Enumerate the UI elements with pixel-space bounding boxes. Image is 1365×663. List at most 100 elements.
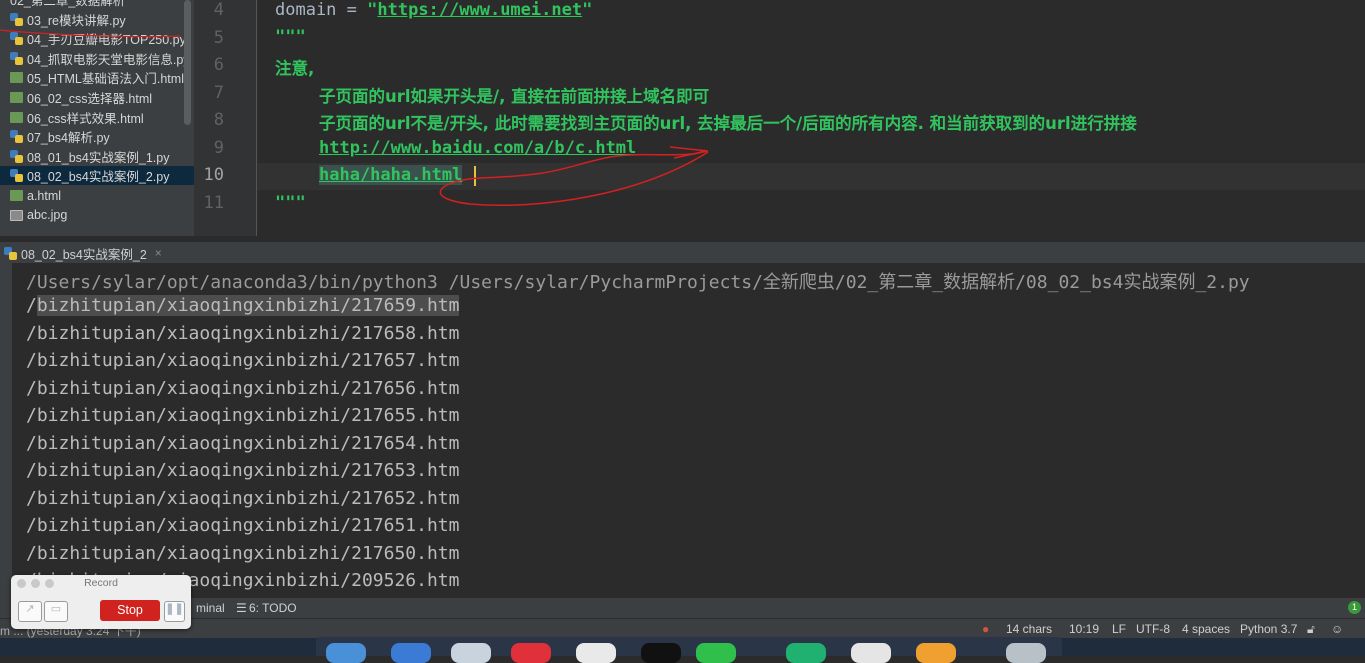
console-output-line: /bizhitupian/xiaoqingxinbizhi/217656.htm [26,377,460,399]
rectangle-tool-icon[interactable]: ▭ [44,601,68,622]
code-line-6: 注意, [275,59,315,78]
close-icon[interactable]: × [155,246,162,260]
run-tab[interactable]: 08_02_bs4实战案例_2 × [4,244,162,262]
tree-item[interactable]: 08_01_bs4实战案例_1.py [10,147,192,166]
chrome-icon[interactable] [576,643,616,663]
line-number: 5 [213,27,224,48]
indent-setting[interactable]: 4 spaces [1182,622,1230,636]
stop-button[interactable]: Stop [100,600,160,621]
quote-open: " [367,0,378,20]
tree-item[interactable]: 08_02_bs4实战案例_2.py [0,166,194,186]
console-output-line: /bizhitupian/xiaoqingxinbizhi/217653.htm [26,460,460,481]
console-output-line: /bizhitupian/xiaoqingxinbizhi/217651.htm [26,515,460,536]
code-url-link[interactable]: https://www.umei.net [377,0,582,20]
tree-item-label: 04_手刃豆瓣电影TOP250.py [27,33,186,48]
inspector-icon[interactable]: ☺ [1331,622,1343,636]
tree-item-label: abc.jpg [27,208,68,223]
run-side-toolbar [0,263,12,603]
line-number: 7 [213,82,224,103]
selection-chars: 14 chars [1006,622,1053,636]
code-line-5: """ [275,27,306,47]
tree-item-label: a.html [27,188,62,203]
console-output-line: /bizhitupian/xiaoqingxinbizhi/217652.htm [26,487,460,509]
tree-item[interactable]: 07_bs4解析.py [10,127,192,146]
app-icon[interactable] [451,643,491,663]
status-bar: m ... (yesterday 3:24 下午) ● 14 chars 10:… [0,618,1365,639]
console-command: /Users/sylar/opt/anaconda3/bin/python3 /… [26,272,1250,293]
html-file-icon [10,190,23,201]
file-encoding[interactable]: UTF-8 [1136,622,1170,636]
inspection-icon[interactable]: ● [982,622,989,636]
qq-icon[interactable] [641,643,681,663]
finder-icon[interactable] [326,643,366,663]
pen-tool-icon[interactable]: ↗ [18,601,42,622]
pause-icon[interactable]: ❚❚ [164,601,185,622]
event-log-badge[interactable]: 1 [1348,601,1361,614]
tool-window-bar: minal ☰ 6: TODO 1 [0,598,1365,618]
app-icon-2[interactable] [916,643,956,663]
python-file-icon [10,169,23,183]
code-line-10[interactable]: haha/haha.html [319,165,463,185]
tree-item[interactable]: 06_02_css选择器.html [10,88,192,107]
tree-item[interactable]: 03_re模块讲解.py [10,10,192,29]
html-file-icon [10,92,23,103]
code-editor[interactable]: domain = "https://www.umei.net" """ 注意, … [257,0,1365,236]
tree-item[interactable]: 04_抓取电影天堂电影信息.py [10,49,192,68]
tree-item[interactable]: 06_css样式效果.html [10,108,192,127]
line-number: 10 [203,165,224,185]
tree-item-label: 06_css样式效果.html [27,111,144,126]
caret-position[interactable]: 10:19 [1069,622,1099,636]
console-output-line: /bizhitupian/xiaoqingxinbizhi/217657.htm [26,350,460,371]
console-output-line: /bizhitupian/xiaoqingxinbizhi/217650.htm [26,542,460,564]
line-separator[interactable]: LF [1112,622,1126,636]
tree-item-label: 06_02_css选择器.html [27,92,153,106]
python-file-icon [10,32,23,46]
image-file-icon [10,209,23,221]
console-output-line: /bizhitupian/xiaoqingxinbizhi/217654.htm [26,432,460,454]
line-number: 4 [213,0,224,20]
tree-item-label: 02_第二章_数据解析 [10,0,126,8]
tree-item-label: 07_bs4解析.py [27,131,110,146]
python-file-icon [10,12,23,26]
safari-icon[interactable] [391,643,431,663]
console-output-line: /bizhitupian/xiaoqingxinbizhi/217655.htm [26,405,460,426]
run-tab-label: 08_02_bs4实战案例_2 [21,247,147,262]
pycharm-icon[interactable] [786,643,826,663]
output-prefix: / [26,295,37,316]
html-file-icon [10,72,23,84]
tree-item[interactable]: abc.jpg [10,206,192,225]
tree-item-label: 04_抓取电影天堂电影信息.py [27,52,190,67]
html-file-icon [10,111,23,123]
notes-icon[interactable] [851,643,891,663]
run-panel-header: 08_02_bs4实战案例_2 × [0,241,1365,264]
code-text: domain = [275,0,368,20]
run-console[interactable]: /Users/sylar/opt/anaconda3/bin/python3 /… [12,263,1365,603]
text-cursor [474,166,476,186]
code-line-9[interactable]: http://www.baidu.com/a/b/c.html [319,138,636,158]
python-interpreter[interactable]: Python 3.7 [1240,622,1297,636]
lock-icon[interactable]: 🔓︎ [1307,622,1315,637]
tree-scrollbar[interactable] [184,0,191,125]
todo-tab[interactable]: 6: TODO [249,601,297,615]
line-number: 8 [213,110,224,130]
line-number: 11 [203,192,224,213]
calendar-icon[interactable] [511,643,551,663]
record-title: Record [84,577,118,589]
tree-item[interactable]: 02_第二章_数据解析 [10,0,192,9]
python-file-icon [10,149,23,163]
selected-output-text[interactable]: bizhitupian/xiaoqingxinbizhi/217659.htm [36,295,460,316]
line-number: 6 [213,55,224,75]
todo-icon: ☰ [236,601,247,615]
trash-icon[interactable] [1006,643,1046,663]
python-file-icon [4,246,17,260]
wechat-icon[interactable] [696,643,736,663]
line-number: 9 [213,137,224,158]
tree-item[interactable]: a.html [10,186,192,205]
tree-item-label: 08_01_bs4实战案例_1.py [27,150,170,165]
quote-close: " [582,0,593,20]
terminal-tab[interactable]: minal [196,601,225,615]
code-line-7: 子页面的url如果开头是/, 直接在前面拼接上域名即可 [319,87,710,106]
tree-item[interactable]: 04_手刃豆瓣电影TOP250.py [10,29,192,48]
python-file-icon [10,51,23,65]
tree-item[interactable]: 05_HTML基础语法入门.html [10,68,192,87]
